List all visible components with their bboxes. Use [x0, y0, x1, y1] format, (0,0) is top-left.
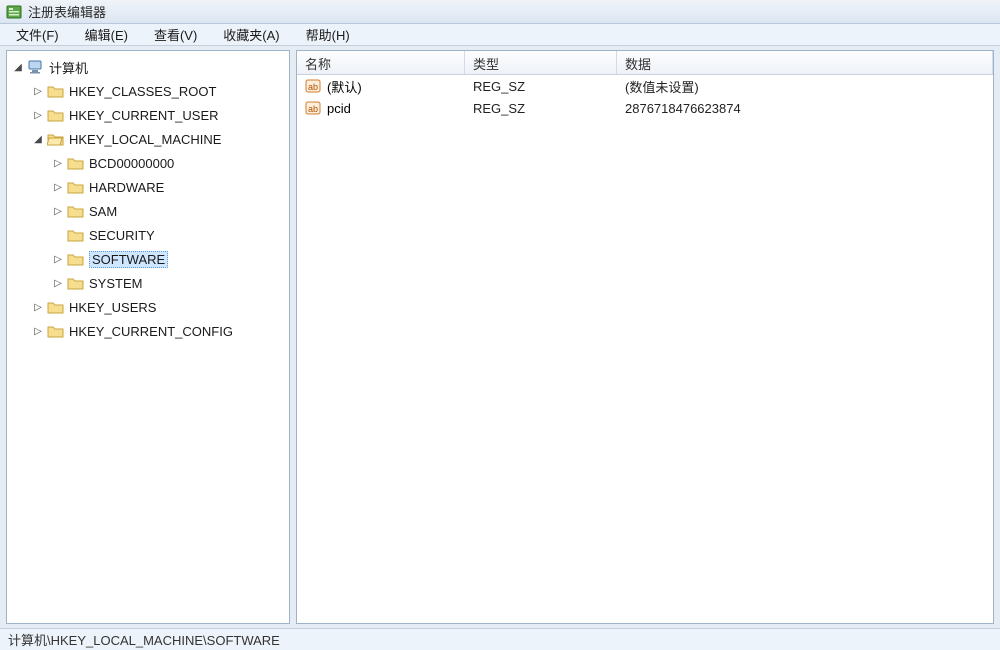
column-header-name[interactable]: 名称 — [297, 51, 465, 74]
tree-node-label: SECURITY — [89, 228, 155, 243]
folder-icon — [67, 203, 85, 219]
tree-node-sam[interactable]: ▷ SAM — [9, 199, 287, 223]
folder-icon — [67, 251, 85, 267]
svg-text:ab: ab — [308, 104, 318, 114]
folder-icon — [47, 107, 65, 123]
menu-help[interactable]: 帮助(H) — [294, 23, 362, 46]
tree-node-hkey-local-machine[interactable]: ◢ HKEY_LOCAL_MACHINE — [9, 127, 287, 151]
tree-node-computer[interactable]: ◢ 计算机 — [9, 55, 287, 79]
list-row[interactable]: ab (默认) REG_SZ (数值未设置) — [297, 75, 993, 97]
value-type: REG_SZ — [465, 77, 617, 96]
content-area: ◢ 计算机 ▷ HKEY_CLASSES_ROOT ▷ — [0, 46, 1000, 628]
window-title: 注册表编辑器 — [28, 2, 106, 21]
folder-open-icon — [47, 131, 65, 147]
folder-icon — [67, 275, 85, 291]
value-name: (默认) — [327, 77, 362, 96]
menu-edit[interactable]: 编辑(E) — [73, 23, 140, 46]
tree-node-label: HKEY_LOCAL_MACHINE — [69, 132, 221, 147]
value-data: 2876718476623874 — [617, 99, 993, 118]
folder-icon — [67, 227, 85, 243]
computer-icon — [27, 59, 45, 75]
tree-node-hkey-current-config[interactable]: ▷ HKEY_CURRENT_CONFIG — [9, 319, 287, 343]
expander-icon[interactable]: ▷ — [31, 300, 45, 314]
tree-node-label: HKEY_CURRENT_USER — [69, 108, 219, 123]
expander-icon[interactable]: ◢ — [31, 132, 45, 146]
tree-node-label: HARDWARE — [89, 180, 164, 195]
tree-node-label: 计算机 — [49, 58, 88, 77]
list-row[interactable]: ab pcid REG_SZ 2876718476623874 — [297, 97, 993, 119]
tree-node-bcd[interactable]: ▷ BCD00000000 — [9, 151, 287, 175]
registry-tree-pane[interactable]: ◢ 计算机 ▷ HKEY_CLASSES_ROOT ▷ — [6, 50, 290, 624]
expander-icon[interactable]: ▷ — [31, 84, 45, 98]
svg-text:ab: ab — [308, 82, 318, 92]
menu-view[interactable]: 查看(V) — [142, 23, 209, 46]
tree-node-security[interactable]: SECURITY — [9, 223, 287, 247]
tree-node-label: SOFTWARE — [89, 251, 168, 268]
tree-node-hkey-users[interactable]: ▷ HKEY_USERS — [9, 295, 287, 319]
statusbar: 计算机\HKEY_LOCAL_MACHINE\SOFTWARE — [0, 628, 1000, 650]
expander-icon[interactable]: ▷ — [51, 204, 65, 218]
tree-node-hardware[interactable]: ▷ HARDWARE — [9, 175, 287, 199]
expander-spacer — [51, 228, 65, 242]
tree-node-label: HKEY_CURRENT_CONFIG — [69, 324, 233, 339]
regedit-app-icon — [6, 4, 22, 20]
values-list-pane[interactable]: 名称 类型 数据 ab (默认) REG_SZ (数值未设置) — [296, 50, 994, 624]
tree-node-label: BCD00000000 — [89, 156, 174, 171]
folder-icon — [47, 323, 65, 339]
expander-icon[interactable]: ▷ — [31, 108, 45, 122]
tree-node-system[interactable]: ▷ SYSTEM — [9, 271, 287, 295]
value-data: (数值未设置) — [617, 75, 993, 98]
tree-node-label: HKEY_USERS — [69, 300, 156, 315]
folder-icon — [67, 179, 85, 195]
folder-icon — [47, 299, 65, 315]
menu-favorites[interactable]: 收藏夹(A) — [211, 23, 291, 46]
registry-tree: ◢ 计算机 ▷ HKEY_CLASSES_ROOT ▷ — [7, 51, 289, 347]
tree-node-label: HKEY_CLASSES_ROOT — [69, 84, 216, 99]
folder-icon — [67, 155, 85, 171]
expander-icon[interactable]: ▷ — [31, 324, 45, 338]
titlebar: 注册表编辑器 — [0, 0, 1000, 24]
tree-node-software[interactable]: ▷ SOFTWARE — [9, 247, 287, 271]
tree-node-hkey-current-user[interactable]: ▷ HKEY_CURRENT_USER — [9, 103, 287, 127]
list-body: ab (默认) REG_SZ (数值未设置) ab pcid REG_SZ — [297, 75, 993, 623]
folder-icon — [47, 83, 65, 99]
menubar: 文件(F) 编辑(E) 查看(V) 收藏夹(A) 帮助(H) — [0, 24, 1000, 46]
value-name: pcid — [327, 101, 351, 116]
list-header: 名称 类型 数据 — [297, 51, 993, 75]
value-type: REG_SZ — [465, 99, 617, 118]
expander-icon[interactable]: ◢ — [11, 60, 25, 74]
string-value-icon: ab — [305, 100, 321, 116]
menu-file[interactable]: 文件(F) — [4, 23, 71, 46]
registry-editor-window: 注册表编辑器 文件(F) 编辑(E) 查看(V) 收藏夹(A) 帮助(H) ◢ … — [0, 0, 1000, 650]
string-value-icon: ab — [305, 78, 321, 94]
column-header-type[interactable]: 类型 — [465, 51, 617, 74]
expander-icon[interactable]: ▷ — [51, 156, 65, 170]
tree-node-label: SAM — [89, 204, 117, 219]
tree-node-hkey-classes-root[interactable]: ▷ HKEY_CLASSES_ROOT — [9, 79, 287, 103]
column-header-data[interactable]: 数据 — [617, 51, 993, 74]
expander-icon[interactable]: ▷ — [51, 276, 65, 290]
statusbar-path: 计算机\HKEY_LOCAL_MACHINE\SOFTWARE — [8, 630, 280, 649]
expander-icon[interactable]: ▷ — [51, 252, 65, 266]
expander-icon[interactable]: ▷ — [51, 180, 65, 194]
tree-node-label: SYSTEM — [89, 276, 142, 291]
